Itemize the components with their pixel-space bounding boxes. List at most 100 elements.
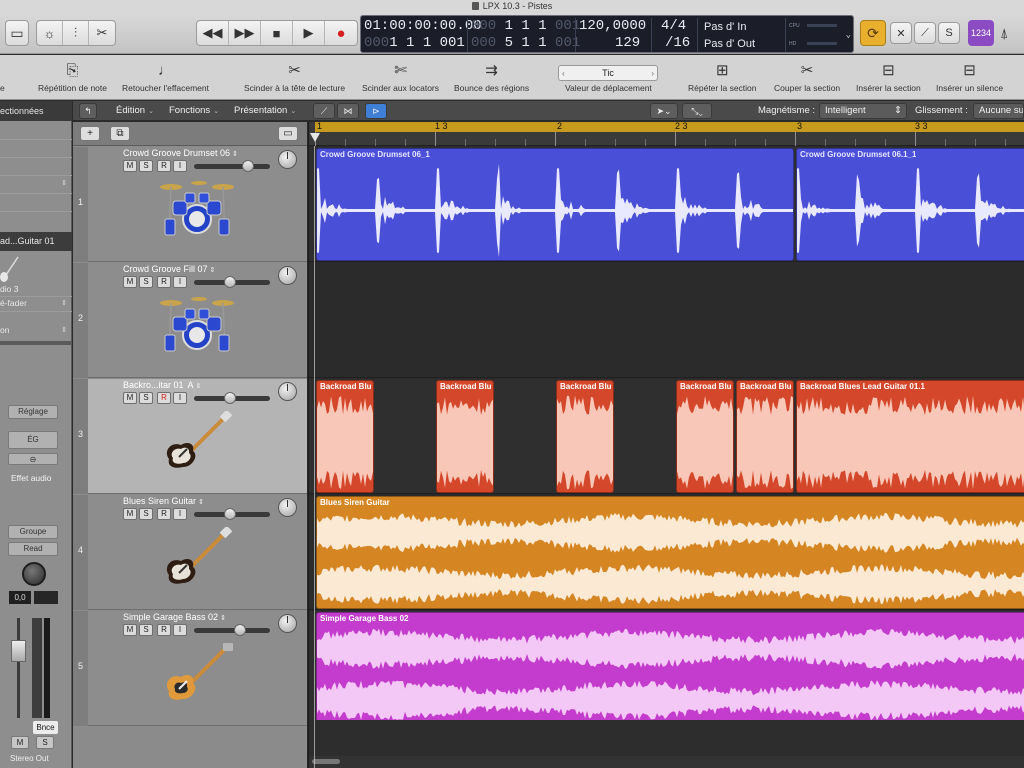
track-pan-knob[interactable] <box>278 382 297 401</box>
track-name[interactable]: Crowd Groove Drumset 06 ⇕ <box>123 148 238 158</box>
volume-slider-thumb[interactable] <box>234 624 246 636</box>
repeat-section-button[interactable]: ⊞ Répéter la section <box>688 59 757 93</box>
group-slot[interactable]: Groupe <box>8 525 58 539</box>
track-pan-knob[interactable] <box>278 266 297 285</box>
split-locators-button[interactable]: ✄ Scinder aux locators <box>362 59 439 93</box>
track-name[interactable]: Crowd Groove Fill 07 ⇕ <box>123 264 215 274</box>
track-header-1[interactable]: 1 Crowd Groove Drumset 06 ⇕ M S R I <box>73 147 307 262</box>
editors-button[interactable]: ✂ <box>89 21 115 45</box>
nudge-value-field[interactable]: ‹ Tic › <box>558 65 658 81</box>
arrange-area[interactable]: 11 322 333 3 Crowd Groove Drumset 06_1 Cr… <box>308 121 1024 768</box>
track-volume-slider[interactable] <box>194 624 270 636</box>
solo-button[interactable]: S <box>36 736 54 749</box>
track-solo-button[interactable]: S <box>139 392 153 404</box>
track-header-4[interactable]: 4 Blues Siren Guitar ⇕ M S R I <box>73 495 307 610</box>
record-button[interactable]: ● <box>325 21 357 45</box>
cut-section-button[interactable]: ✂ Couper la section <box>774 59 840 93</box>
fast-forward-button[interactable]: ▶▶ <box>229 21 261 45</box>
count-in-button[interactable]: 1234 <box>968 20 994 46</box>
drum-kit-icon[interactable] <box>159 295 235 355</box>
channel-setting-button[interactable]: Réglage <box>8 405 58 419</box>
split-playhead-button[interactable]: ✂ Scinder à la tête de lecture <box>244 59 345 93</box>
insert-silence-button[interactable]: ⊟ Insérer un silence <box>936 59 1003 93</box>
track-volume-slider[interactable] <box>194 276 270 288</box>
track-input-monitor-button[interactable]: I <box>173 276 187 288</box>
pan-value[interactable]: 0,0 <box>9 591 31 604</box>
volume-slider-thumb[interactable] <box>224 276 236 288</box>
rewind-button[interactable]: ◀◀ <box>197 21 229 45</box>
track-mute-button[interactable]: M <box>123 160 137 172</box>
automation-tool-button[interactable]: ⟋ <box>313 103 335 119</box>
track-record-enable-button[interactable]: R <box>157 508 171 520</box>
track-lane-1[interactable]: Crowd Groove Drumset 06_1 Crowd Groove Dr… <box>309 147 1024 262</box>
secondary-tool[interactable]: ⤡⌄ <box>682 103 712 119</box>
audio-region[interactable]: Crowd Groove Drumset 06.1_1 <box>796 148 1024 261</box>
chevron-updown-icon[interactable]: ⇕ <box>61 326 67 334</box>
track-lane-3[interactable]: Backroad Blu Backroad Blu Backroad Blu Back… <box>309 379 1024 494</box>
inspector-prefader-label[interactable]: é-fader <box>0 298 27 308</box>
solo-mode-button[interactable]: S <box>938 22 960 44</box>
link-button[interactable]: ⊖ <box>8 453 58 465</box>
audio-region[interactable]: Backroad Blu <box>316 380 374 493</box>
track-mute-button[interactable]: M <box>123 508 137 520</box>
track-record-enable-button[interactable]: R <box>157 624 171 636</box>
smart-controls-button[interactable]: ☼ <box>37 21 63 45</box>
inspector-option-label[interactable]: on <box>0 325 9 335</box>
track-number[interactable]: 1 <box>73 147 88 262</box>
track-header-2[interactable]: 2 Crowd Groove Fill 07 ⇕ M S R I <box>73 263 307 378</box>
bounce-regions-button[interactable]: ⇉ Bounce des régions <box>454 59 529 93</box>
track-lane-2[interactable] <box>309 263 1024 378</box>
lcd-display[interactable]: 01:00:00:00.00 0001 1 1 001 000 1 1 1 00… <box>360 15 854 53</box>
audio-region[interactable]: Simple Garage Bass 02 <box>316 612 1024 725</box>
play-button[interactable]: ▶ <box>293 21 325 45</box>
track-input-monitor-button[interactable]: I <box>173 508 187 520</box>
bass-guitar-icon[interactable] <box>159 643 235 703</box>
catch-button[interactable]: ⊳ <box>365 103 387 119</box>
track-mute-button[interactable]: M <box>123 392 137 404</box>
pointer-tool[interactable]: ➤⌄ <box>650 103 678 119</box>
track-record-enable-button[interactable]: R <box>157 160 171 172</box>
scroll-thumb[interactable] <box>312 759 340 764</box>
track-number[interactable]: 2 <box>73 263 88 378</box>
view-menu[interactable]: Présentation ⌄ <box>234 103 296 119</box>
nudge-left-arrow-icon[interactable]: ‹ <box>562 69 565 78</box>
chevron-updown-icon[interactable]: ⇕ <box>61 299 67 307</box>
track-record-enable-button[interactable]: R <box>157 276 171 288</box>
pan-knob[interactable] <box>22 562 46 586</box>
track-solo-button[interactable]: S <box>139 508 153 520</box>
track-pan-knob[interactable] <box>278 150 297 169</box>
track-header-5[interactable]: 5 Simple Garage Bass 02 ⇕ M S R I <box>73 611 307 726</box>
track-solo-button[interactable]: S <box>139 160 153 172</box>
audio-region[interactable]: Backroad Blu <box>436 380 494 493</box>
volume-slider-thumb[interactable] <box>224 508 236 520</box>
stop-button[interactable]: ■ <box>261 21 293 45</box>
insert-section-button[interactable]: ⊟ Insérer la section <box>856 59 921 93</box>
track-input-monitor-button[interactable]: I <box>173 160 187 172</box>
flex-tool-button[interactable]: ⋈ <box>337 103 359 119</box>
track-number[interactable]: 5 <box>73 611 88 726</box>
track-pan-knob[interactable] <box>278 614 297 633</box>
track-input-monitor-button[interactable]: I <box>173 624 187 636</box>
mute-button[interactable]: M <box>11 736 29 749</box>
tuner-button[interactable]: ⟋ <box>914 22 936 44</box>
inspector-header[interactable]: ectionnées <box>0 101 72 121</box>
track-volume-slider[interactable] <box>194 508 270 520</box>
inspector-input-label[interactable]: dio 3 <box>0 284 18 294</box>
audio-region[interactable]: Backroad Blu <box>676 380 734 493</box>
track-lane-5[interactable]: Simple Garage Bass 02 <box>309 611 1024 726</box>
volume-fader[interactable] <box>8 618 60 718</box>
electric-guitar-icon[interactable] <box>159 410 235 471</box>
horizontal-scrollbar[interactable] <box>309 756 1024 768</box>
eq-button[interactable]: ÉG <box>8 431 58 449</box>
track-number[interactable]: 4 <box>73 495 88 610</box>
track-volume-slider[interactable] <box>194 160 270 172</box>
output-label[interactable]: Stereo Out <box>10 754 49 763</box>
global-tracks-button[interactable]: ▭ <box>278 126 298 141</box>
audio-region[interactable]: Backroad Blu <box>736 380 794 493</box>
lcd-mode-chevron-icon[interactable]: ⌄ <box>846 30 851 40</box>
back-button[interactable]: ↰ <box>79 103 97 119</box>
inspector-channel-name[interactable]: ad...Guitar 01 <box>0 232 72 251</box>
drum-kit-icon[interactable] <box>159 179 235 239</box>
bar-ruler[interactable]: 1 1 3 2 2 3 3 3 3 <box>309 121 1024 146</box>
audio-region[interactable]: Backroad Blues Lead Guitar 01.1 <box>796 380 1024 493</box>
